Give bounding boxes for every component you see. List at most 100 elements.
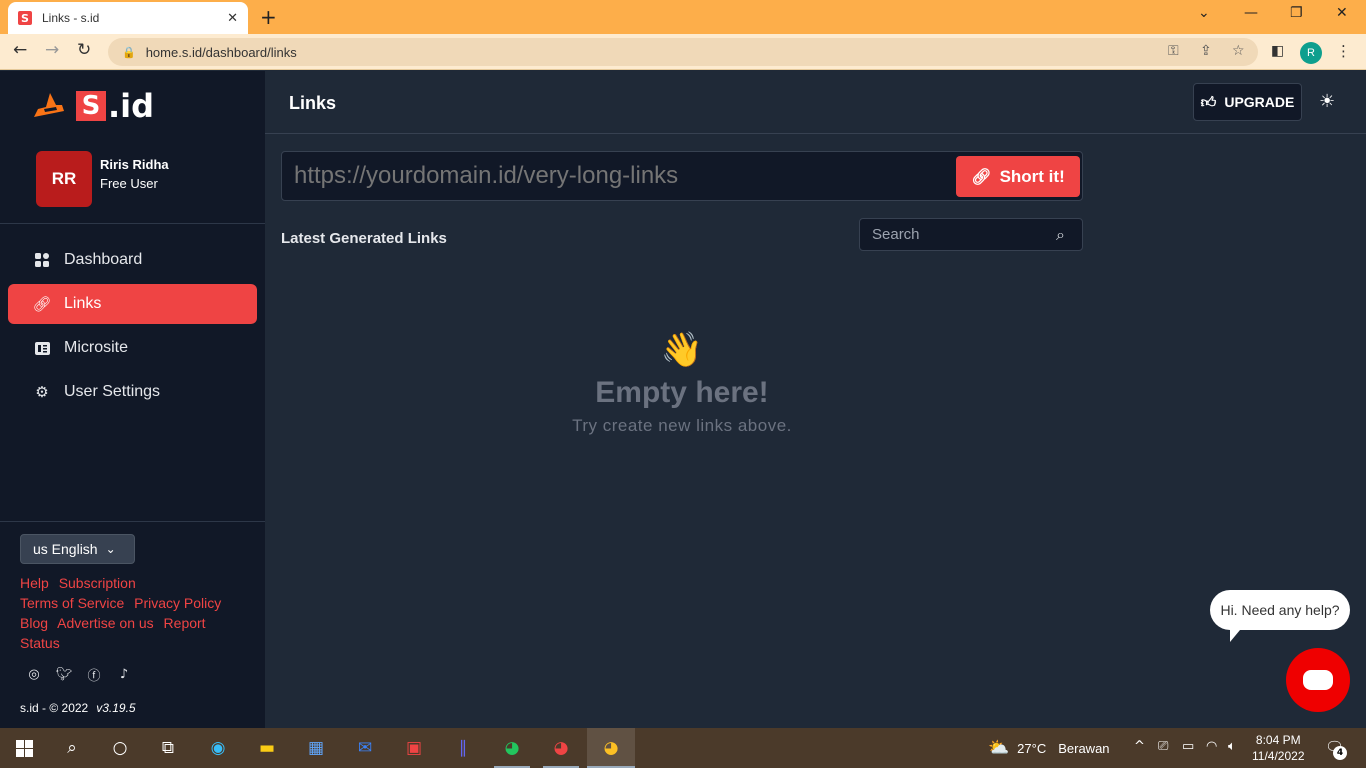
long-url-input[interactable] [282, 152, 942, 200]
close-window-icon[interactable]: ✕ [1336, 5, 1348, 21]
grid-icon [34, 252, 50, 268]
divider [0, 521, 265, 522]
microsite-icon [34, 340, 50, 356]
link-icon: 🔗︎ [971, 167, 992, 186]
clock-date: 11/4/2022 [1252, 749, 1305, 763]
sid-logo[interactable]: S .id [32, 87, 154, 125]
gear-icon: ⚙ [35, 383, 49, 401]
logo-s: S [76, 91, 106, 121]
sidebar-item-label: Links [64, 295, 102, 312]
chrome-icon[interactable]: ◕ [599, 736, 623, 760]
empty-state: 👋 Empty here! Try create new links above… [482, 330, 882, 436]
latest-links-heading: Latest Generated Links [281, 230, 447, 247]
browser-tab-bar: S Links - s.id ✕ + ⌄ — ❐ ✕ [0, 0, 1366, 34]
sidebar-panel-icon[interactable]: ◧ [1271, 43, 1284, 59]
reload-icon[interactable]: ↻ [77, 40, 91, 60]
cortana-icon[interactable]: ○ [108, 736, 132, 760]
sidebar-item-label: Dashboard [64, 251, 143, 268]
upgrade-button[interactable]: 👍︎ UPGRADE [1193, 83, 1302, 121]
page-header: Links 👍︎ UPGRADE ☀ [265, 71, 1366, 134]
browser-toolbar: ← → ↻ 🔒 home.s.id/dashboard/links ⚿ ⇪ ☆ … [0, 34, 1366, 70]
address-bar[interactable]: 🔒 home.s.id/dashboard/links ⚿ ⇪ ☆ [108, 38, 1258, 66]
sidebar-item-user-settings[interactable]: ⚙ User Settings [8, 372, 257, 412]
close-tab-icon[interactable]: ✕ [227, 11, 238, 26]
upgrade-label: UPGRADE [1224, 94, 1295, 110]
theme-toggle-sun-icon[interactable]: ☀ [1319, 91, 1335, 112]
battery-icon[interactable]: ▭ [1182, 739, 1194, 754]
link-icon: 🔗︎ [32, 295, 52, 313]
browser-tab[interactable]: S Links - s.id ✕ [8, 2, 248, 34]
tab-search-chevron-icon[interactable]: ⌄ [1198, 5, 1210, 21]
mail-icon[interactable]: ✉ [353, 736, 377, 760]
language-select[interactable]: us English ⌄ [20, 534, 135, 564]
edge-icon[interactable]: ◉ [206, 736, 230, 760]
task-view-icon[interactable]: ⧉ [156, 736, 180, 760]
chrome-icon[interactable]: ◕ [500, 736, 524, 760]
help-link[interactable]: Help [20, 575, 49, 591]
thumbs-up-icon: 👍︎ [1200, 92, 1217, 111]
forward-icon[interactable]: → [45, 40, 59, 60]
app-icon[interactable]: ∥ [451, 736, 475, 760]
report-link[interactable]: Report [164, 615, 206, 631]
mendeley-icon[interactable]: ▣ [402, 736, 426, 760]
short-it-button[interactable]: 🔗︎ Short it! [956, 156, 1080, 197]
sidebar-item-label: Microsite [64, 339, 129, 356]
user-name: Riris Ridha [100, 157, 169, 172]
advertise-link[interactable]: Advertise on us [57, 615, 154, 631]
privacy-link[interactable]: Privacy Policy [134, 595, 221, 611]
sid-favicon-icon: S [18, 11, 32, 25]
chat-launcher-button[interactable] [1286, 648, 1350, 712]
social-links: ◎ 🐦︎ ⓕ ♪ [26, 666, 132, 684]
volume-icon[interactable]: 🔈︎ [1228, 739, 1236, 754]
tiktok-icon[interactable]: ♪ [116, 666, 132, 682]
user-card[interactable]: RR Riris Ridha Free User [36, 151, 169, 207]
twitter-icon[interactable]: 🐦︎ [56, 666, 73, 682]
new-tab-icon[interactable]: + [260, 5, 277, 29]
lock-icon: 🔒 [122, 45, 136, 59]
weather-temp: 27°C [1017, 740, 1047, 756]
empty-subtitle: Try create new links above. [572, 416, 792, 435]
status-link[interactable]: Status [20, 635, 60, 651]
search-icon[interactable]: ⌕ [60, 736, 84, 760]
instagram-icon[interactable]: ◎ [26, 666, 42, 682]
empty-title: Empty here! [595, 376, 769, 409]
subscription-link[interactable]: Subscription [59, 575, 136, 591]
notification-count: 4 [1333, 746, 1347, 760]
system-clock[interactable]: 8:04 PM 11/4/2022 [1252, 732, 1305, 764]
short-it-label: Short it! [999, 166, 1065, 186]
copyright: s.id - © 2022 v3.19.5 [20, 701, 136, 715]
minimize-icon[interactable]: — [1244, 5, 1258, 21]
windows-start-icon[interactable] [12, 736, 36, 760]
help-bubble[interactable]: Hi. Need any help? [1210, 590, 1350, 642]
sidebar-item-links[interactable]: 🔗︎ Links [8, 284, 257, 324]
user-plan: Free User [100, 176, 158, 191]
chevron-up-icon[interactable]: ^ [1134, 739, 1145, 754]
search-input[interactable] [860, 219, 1050, 250]
notification-center-icon[interactable]: 🗨︎4 [1325, 738, 1347, 760]
sidebar-item-label: User Settings [64, 383, 161, 400]
bookmark-star-icon[interactable]: ☆ [1232, 43, 1245, 59]
file-explorer-icon[interactable]: ▬ [255, 736, 279, 760]
wifi-icon[interactable]: ◠ [1206, 739, 1217, 754]
meet-now-icon[interactable]: ⎚ [1158, 739, 1168, 754]
store-icon[interactable]: ▦ [304, 736, 328, 760]
chrome-icon[interactable]: ◕ [549, 736, 573, 760]
share-icon[interactable]: ⇪ [1200, 43, 1212, 59]
blog-link[interactable]: Blog [20, 615, 48, 631]
search-icon[interactable]: ⌕ [1056, 225, 1065, 245]
kebab-menu-icon[interactable]: ⋮ [1336, 42, 1351, 60]
waving-hand-icon: 👋 [660, 330, 704, 370]
weather-widget[interactable]: ⛅ 27°C Berawan [988, 738, 1110, 758]
facebook-icon[interactable]: ⓕ [86, 666, 102, 684]
key-icon[interactable]: ⚿ [1168, 43, 1179, 59]
sidebar-item-microsite[interactable]: Microsite [8, 328, 257, 368]
sidebar-item-dashboard[interactable]: Dashboard [8, 240, 257, 280]
terms-link[interactable]: Terms of Service [20, 595, 124, 611]
avatar: RR [36, 151, 92, 207]
chat-bubble-icon [1303, 670, 1333, 690]
partly-cloudy-icon: ⛅ [988, 738, 1010, 758]
profile-avatar[interactable]: R [1300, 42, 1322, 64]
divider [0, 223, 265, 224]
restore-icon[interactable]: ❐ [1290, 5, 1303, 21]
back-icon[interactable]: ← [13, 40, 27, 60]
